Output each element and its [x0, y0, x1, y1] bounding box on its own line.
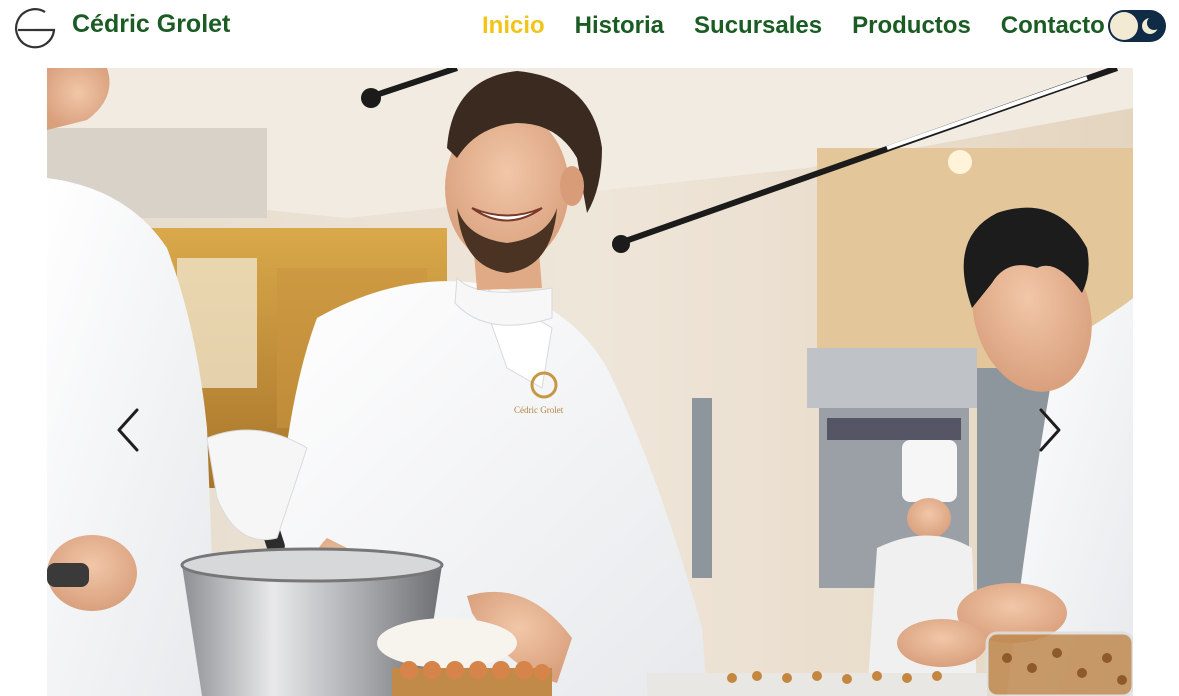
nav-historia[interactable]: Historia	[575, 12, 664, 40]
brand[interactable]: Cédric Grolet	[12, 4, 230, 50]
cg-logo-icon	[15, 8, 56, 49]
theme-toggle[interactable]	[1108, 10, 1166, 42]
nav-contacto[interactable]: Contacto	[1001, 12, 1105, 40]
main-nav: Inicio Historia Sucursales Productos Con…	[482, 12, 1105, 40]
brand-name: Cédric Grolet	[72, 9, 231, 38]
navbar: Cédric Grolet Inicio Historia Sucursales…	[0, 0, 1179, 56]
chevron-right-icon[interactable]	[1035, 406, 1065, 454]
nav-productos[interactable]: Productos	[852, 12, 971, 40]
moon-icon	[1142, 16, 1160, 34]
nav-sucursales[interactable]: Sucursales	[694, 12, 822, 40]
hero-image: Cédric Grolet	[47, 68, 1133, 696]
nav-inicio[interactable]: Inicio	[482, 12, 545, 40]
chevron-left-icon[interactable]	[113, 406, 143, 454]
jacket-embroidery: Cédric Grolet	[514, 405, 564, 415]
hero-carousel: Cédric Grolet	[47, 68, 1133, 696]
toggle-knob	[1110, 12, 1138, 40]
